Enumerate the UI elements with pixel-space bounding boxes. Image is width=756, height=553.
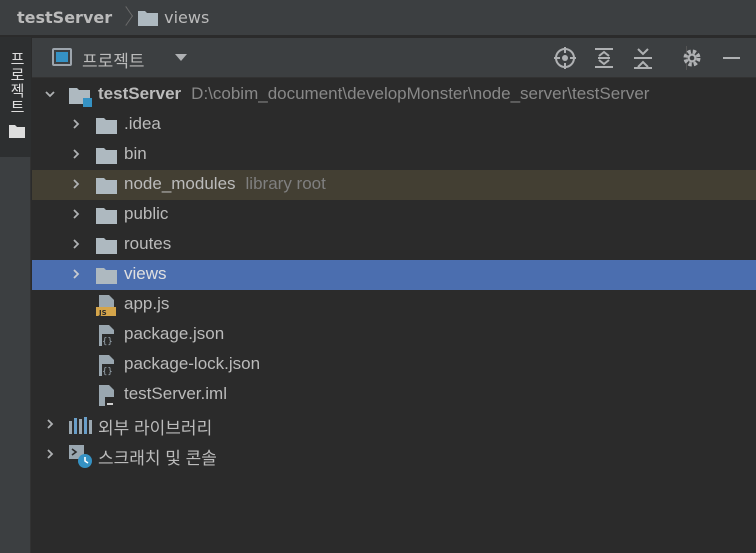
collapse-all-icon[interactable]: [631, 46, 655, 70]
root-name: testServer: [98, 84, 182, 103]
chevron-right-icon[interactable]: [71, 209, 81, 219]
chevron-right-icon[interactable]: [71, 149, 81, 159]
breadcrumb-current[interactable]: views: [138, 8, 209, 27]
tree-folder-routes[interactable]: routes: [32, 230, 756, 260]
tree-file-package-json[interactable]: {} package.json: [32, 320, 756, 350]
chevron-right-icon[interactable]: [71, 269, 81, 279]
tree-folder-public[interactable]: public: [32, 200, 756, 230]
breadcrumb: testServer views: [0, 0, 756, 36]
breadcrumb-separator-icon: [120, 7, 130, 29]
folder-label: public: [124, 204, 169, 223]
tree-node-root[interactable]: testServer D:\cobim_document\developMonst…: [32, 80, 756, 110]
minimize-icon[interactable]: [719, 46, 743, 70]
project-panel-header: 프로젝트: [32, 38, 756, 78]
view-dropdown-icon[interactable]: [175, 54, 187, 61]
tree-folder-node-modules[interactable]: node_modules library root: [32, 170, 756, 200]
tree-node-label: 외부 라이브러리: [98, 419, 213, 438]
folder-icon: [96, 118, 117, 134]
chevron-right-icon[interactable]: [45, 449, 55, 459]
tree-node-scratches[interactable]: 스크래치 및 콘솔: [32, 440, 756, 470]
expand-all-icon[interactable]: [592, 46, 616, 70]
iml-file-icon: [99, 385, 115, 407]
js-file-icon: JS: [96, 295, 116, 317]
svg-text:{}: {}: [102, 337, 113, 347]
tool-window-stripe: 프로젝트: [0, 37, 31, 553]
module-folder-icon: [69, 88, 92, 107]
folder-icon: [96, 178, 117, 194]
tree-file-testserver-iml[interactable]: testServer.iml: [32, 380, 756, 410]
locate-file-icon[interactable]: [553, 46, 577, 70]
folder-label: routes: [124, 234, 172, 253]
file-label: package-lock.json: [124, 354, 261, 373]
library-icon: [69, 417, 92, 434]
svg-text:{}: {}: [102, 367, 113, 377]
file-label: package.json: [124, 324, 225, 343]
svg-text:JS: JS: [98, 309, 107, 317]
root-path: D:\cobim_document\developMonster\node_se…: [191, 84, 650, 103]
folder-label: node_modules library root: [124, 174, 326, 194]
tree-file-package-lock-json[interactable]: {} package-lock.json: [32, 350, 756, 380]
tree-node-label: 스크래치 및 콘솔: [98, 449, 217, 468]
tree-folder-bin[interactable]: bin: [32, 140, 756, 170]
folder-icon: [138, 10, 159, 26]
panel-title[interactable]: 프로젝트: [82, 47, 145, 72]
tree-folder-views[interactable]: views: [32, 260, 756, 290]
folder-icon: [96, 148, 117, 164]
folder-icon: [96, 268, 117, 284]
json-file-icon: {}: [99, 355, 114, 377]
folder-icon: [9, 125, 25, 138]
stripe-tab-label: 프로젝트: [8, 51, 26, 115]
chevron-right-icon[interactable]: [71, 239, 81, 249]
folder-icon: [96, 208, 117, 224]
tree-file-app-js[interactable]: JS app.js: [32, 290, 756, 320]
folder-name: node_modules: [124, 174, 236, 193]
breadcrumb-root[interactable]: testServer: [17, 8, 112, 27]
gear-icon[interactable]: [680, 46, 704, 70]
library-root-hint: library root: [245, 174, 326, 193]
breadcrumb-current-label: views: [164, 8, 210, 27]
chevron-right-icon[interactable]: [45, 419, 55, 429]
project-view-icon: [52, 48, 72, 66]
tree-node-external-libraries[interactable]: 외부 라이브러리: [32, 410, 756, 440]
scratch-console-icon: [69, 445, 92, 468]
tree-node-label: testServer D:\cobim_document\developMonst…: [98, 84, 649, 104]
file-label: app.js: [124, 294, 170, 313]
folder-label: views: [124, 264, 167, 283]
chevron-down-icon[interactable]: [45, 89, 55, 99]
folder-label: .idea: [124, 114, 161, 133]
folder-icon: [96, 238, 117, 254]
file-label: testServer.iml: [124, 384, 227, 403]
chevron-right-icon[interactable]: [71, 179, 81, 189]
json-file-icon: {}: [99, 325, 114, 347]
tree-folder-idea[interactable]: .idea: [32, 110, 756, 140]
stripe-tab-project[interactable]: 프로젝트: [0, 37, 31, 157]
chevron-right-icon[interactable]: [71, 119, 81, 129]
folder-label: bin: [124, 144, 147, 163]
